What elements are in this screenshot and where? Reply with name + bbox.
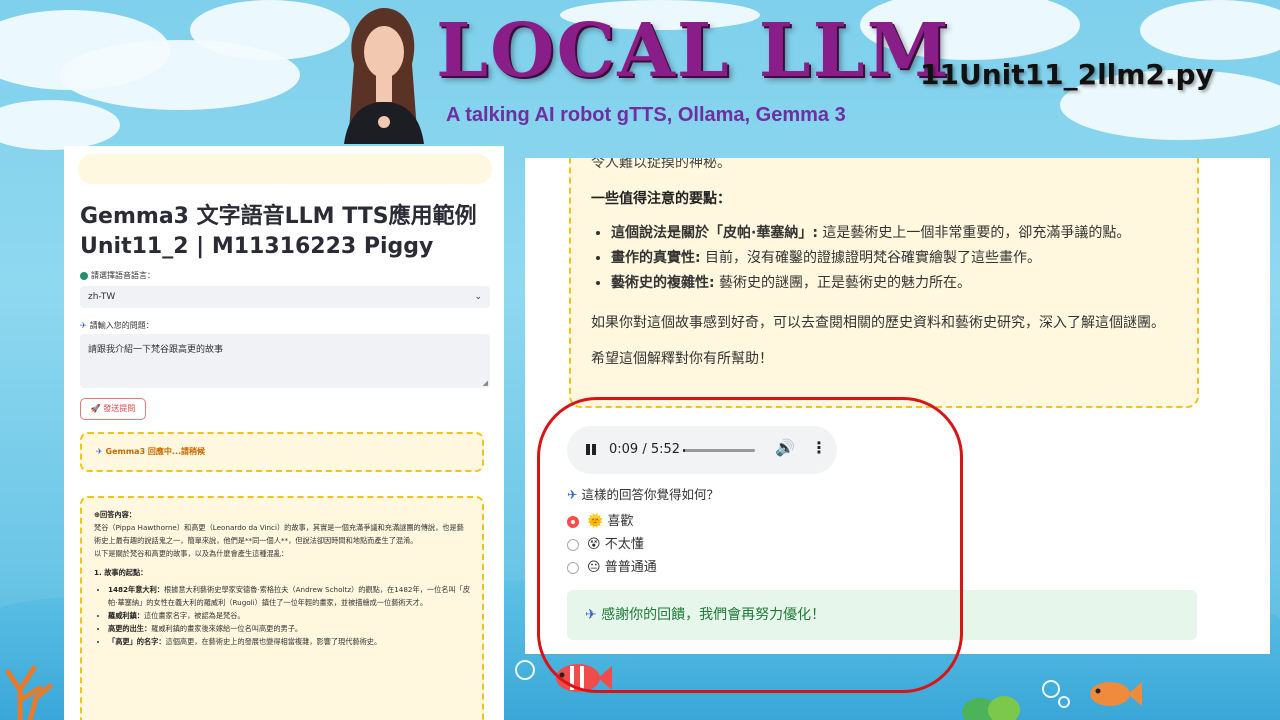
cloud [1140, 0, 1280, 60]
status-message: ✈ Gemma3 回應中...請稍候 [80, 432, 484, 472]
list-item: 羅威利鎮：這位畫家名字，被認為是梵谷。 [108, 609, 470, 622]
top-bar [78, 154, 492, 184]
answer-box: ⊕回答內容： 梵谷（Pippa Hawthorne）和高更（Leonardo d… [80, 496, 484, 720]
chevron-down-icon: ⌄ [474, 292, 482, 302]
answer-paragraph: 以下是關於梵谷和高更的故事，以及為什麼會產生這種混亂： [94, 549, 289, 558]
bubble [1042, 680, 1060, 698]
send-button-label: 發送提問 [103, 404, 136, 413]
app-panel: Gemma3 文字語音LLM TTS應用範例 Unit11_2 | M11316… [64, 146, 504, 720]
globe-icon [80, 271, 88, 280]
seaweed-decoration [962, 696, 1020, 720]
list-item: 藝術史的複雜性: 藝術史的謎團，正是藝術史的魅力所在。 [611, 274, 1191, 292]
list-item: 「高更」的名字：這個高更，在藝術史上的發展也變得相當複雜，影響了現代藝術史。 [108, 635, 470, 648]
language-label: 請選擇語音語言： [80, 270, 155, 281]
status-text: Gemma3 回應中...請稍候 [105, 447, 206, 456]
answer-section-heading: 1. 故事的起點： [94, 568, 148, 577]
list-item: 1482年意大利：根據意大利藝術史學家安德魯·索格拉夫（Andrew Schol… [108, 583, 470, 609]
language-select-value: zh-TW [88, 292, 116, 302]
response-points: 這個說法是關於「皮帕·華塞納」: 這是藝術史上一個非常重要的，卻充滿爭議的點。 … [591, 224, 1191, 299]
page-subtitle: A talking AI robot gTTS, Ollama, Gemma 3 [446, 104, 846, 126]
answer-list: 1482年意大利：根據意大利藝術史學家安德魯·索格拉夫（Andrew Schol… [94, 583, 470, 648]
coral-decoration [5, 665, 53, 720]
rocket-icon: 🚀 [90, 404, 101, 413]
question-input-value: 請跟我介紹一下梵谷跟高更的故事 [88, 345, 224, 355]
response-paragraph: 如果你對這個故事感到好奇，可以去查閱相關的歷史資料和藝術史研究，深入了解這個謎團… [591, 315, 1165, 331]
language-select[interactable]: zh-TW ⌄ [80, 286, 490, 308]
response-box: 令人難以捉摸的神秘。 一些值得注意的要點： 這個說法是關於「皮帕·華塞納」: 這… [569, 158, 1199, 408]
file-name: 11Unit11_2llm2.py [920, 58, 1214, 91]
bubble [1058, 696, 1070, 708]
list-item: 這個說法是關於「皮帕·華塞納」: 這是藝術史上一個非常重要的，卻充滿爭議的點。 [611, 224, 1191, 242]
response-clipped-line: 令人難以捉摸的神秘。 [591, 158, 731, 171]
answer-heading: ⊕回答內容： [94, 510, 136, 519]
cloud [0, 100, 120, 150]
app-title: Gemma3 文字語音LLM TTS應用範例 Unit11_2 | M11316… [80, 202, 500, 262]
resize-handle-icon[interactable]: ◢ [483, 379, 488, 387]
rocket-icon: ✈ [80, 321, 87, 330]
highlight-ellipse [537, 397, 963, 693]
page-title: LOCAL LLM [436, 8, 951, 94]
language-label-text: 請選擇語音語言： [91, 271, 155, 280]
app-title-line1: Gemma3 文字語音LLM TTS應用範例 [80, 204, 477, 229]
app-title-line2: Unit11_2 | M11316223 Piggy [80, 234, 434, 259]
question-label: ✈ 請輸入您的問題： [80, 320, 154, 331]
question-input[interactable]: 請跟我介紹一下梵谷跟高更的故事 ◢ [80, 334, 490, 388]
send-button[interactable]: 🚀 發送提問 [80, 398, 146, 420]
fish-icon [1090, 682, 1142, 706]
bubble [515, 660, 535, 680]
response-heading: 一些值得注意的要點： [591, 191, 731, 207]
question-label-text: 請輸入您的問題： [89, 321, 154, 330]
list-item: 畫作的真實性: 目前，沒有確鑿的證據證明梵谷確實繪製了這些畫作。 [611, 249, 1191, 267]
response-paragraph: 希望這個解釋對你有所幫助！ [591, 351, 773, 367]
plane-icon: ✈ [96, 447, 103, 456]
answer-paragraph: 梵谷（Pippa Hawthorne）和高更（Leonardo da Vinci… [94, 523, 464, 545]
list-item: 高更的出生：羅威利鎮的畫家後來嫁給一位名叫高更的男子。 [108, 622, 470, 635]
presenter-avatar [344, 8, 424, 144]
cloud [190, 0, 350, 60]
